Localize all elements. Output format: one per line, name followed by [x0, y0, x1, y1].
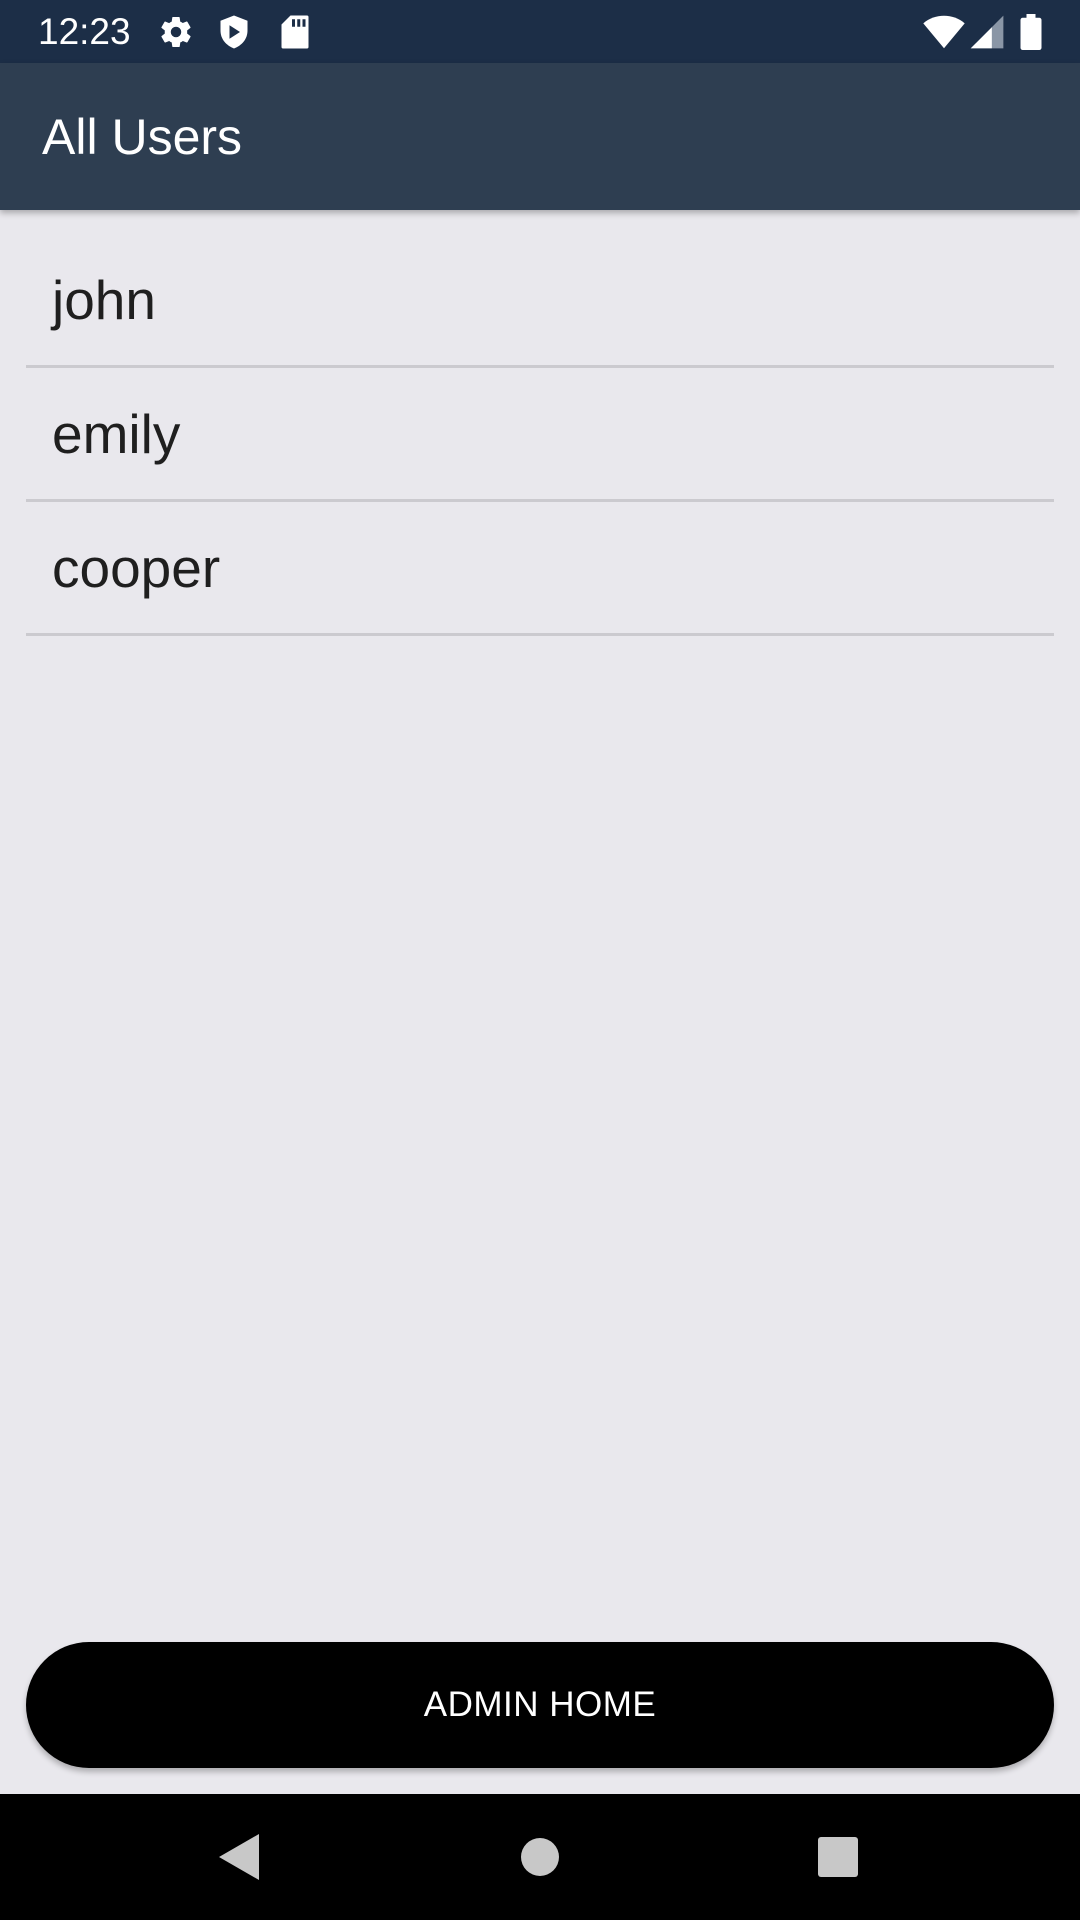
back-icon[interactable] [205, 1824, 271, 1890]
screen: 12:23 All Users john emily cooper ADMIN … [0, 0, 1080, 1920]
user-list: john emily cooper [26, 234, 1054, 636]
user-name: emily [52, 403, 181, 465]
battery-icon [1020, 14, 1042, 50]
user-name: john [52, 269, 156, 331]
list-item[interactable]: cooper [26, 502, 1054, 636]
app-bar: All Users [0, 63, 1080, 210]
page-title: All Users [42, 109, 243, 165]
gear-icon [161, 17, 191, 48]
list-item[interactable]: emily [26, 368, 1054, 502]
recents-icon[interactable] [805, 1824, 871, 1890]
shield-icon [220, 15, 248, 49]
sd-card-icon [281, 15, 309, 49]
admin-home-button[interactable]: ADMIN HOME [26, 1642, 1054, 1768]
cell-signal-icon [970, 15, 1004, 49]
wifi-icon [923, 15, 965, 49]
status-time: 12:23 [38, 11, 131, 52]
navigation-bar [0, 1794, 1080, 1920]
list-item[interactable]: john [26, 234, 1054, 368]
status-bar: 12:23 [0, 0, 1080, 63]
user-name: cooper [52, 537, 221, 599]
home-icon[interactable] [507, 1824, 573, 1890]
